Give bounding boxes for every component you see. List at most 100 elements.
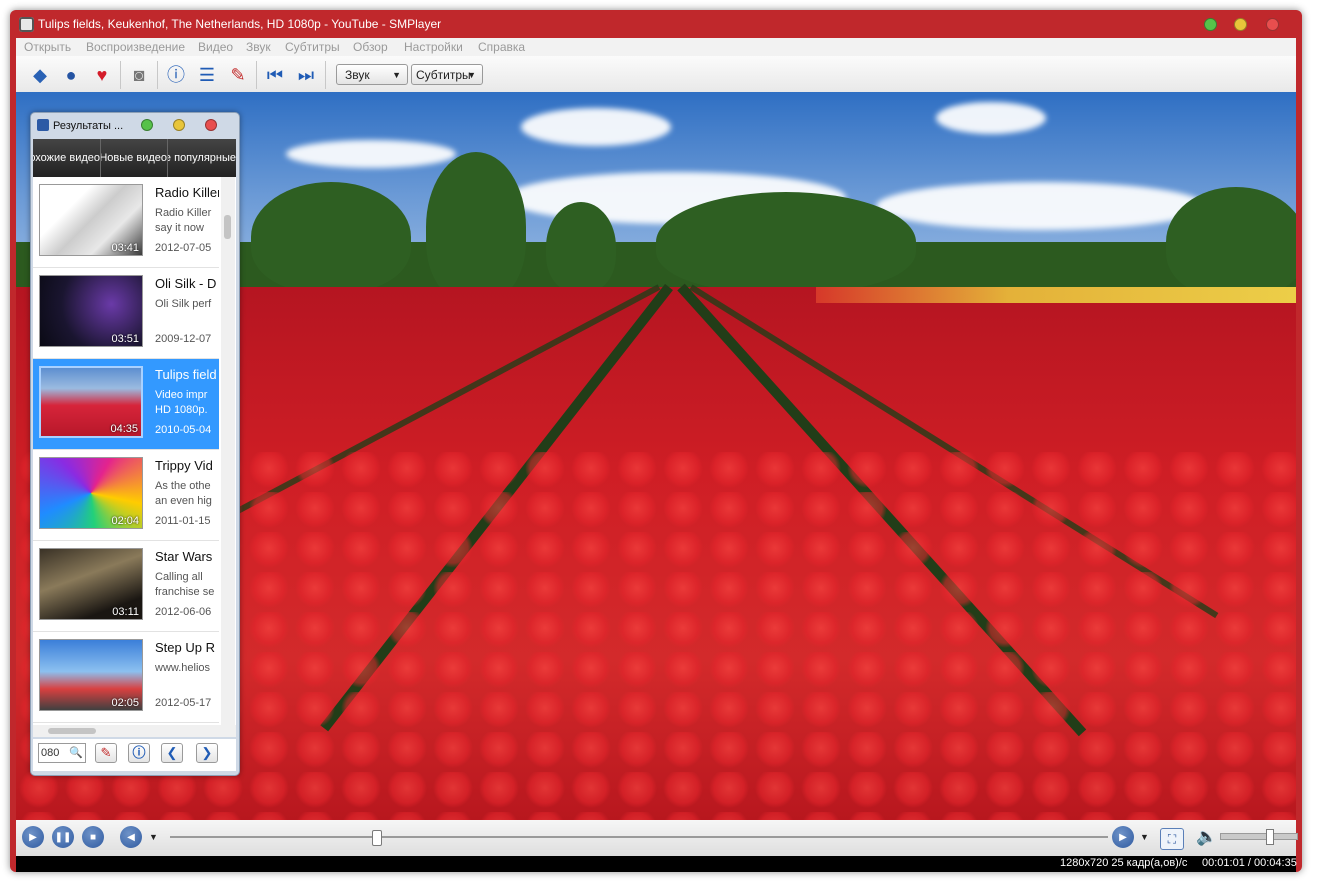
seek-bar[interactable] (170, 830, 1108, 846)
video-yellow-tulips (816, 287, 1296, 303)
pause-button[interactable]: ❚❚ (52, 826, 74, 848)
previous-icon[interactable]: ⏮ (263, 63, 287, 87)
panel-close-button[interactable] (205, 119, 217, 131)
menu-audio[interactable]: Звук (246, 40, 271, 54)
result-description: Radio Killer say it now (155, 207, 212, 234)
minimize-button[interactable] (1204, 18, 1217, 31)
result-item[interactable]: 03:51 Oli Silk - D Oli Silk perf 2009-12… (33, 268, 219, 359)
video-tree (656, 192, 916, 292)
next-page-button[interactable]: ❯ (196, 743, 218, 763)
video-info-label: 1280x720 25 кадр(а,ов)/с (1060, 857, 1188, 869)
status-bar: 1280x720 25 кадр(а,ов)/с 00:01:01 / 00:0… (16, 856, 1297, 872)
stop-button[interactable]: ■ (82, 826, 104, 848)
previous-page-button[interactable]: ❮ (161, 743, 183, 763)
open-file-icon[interactable]: ◆ (28, 63, 52, 87)
fullscreen-button[interactable]: ⛶ (1160, 828, 1184, 850)
result-title: Star Wars (155, 549, 213, 564)
tab-new-videos[interactable]: Новые видео (101, 139, 168, 177)
info-button[interactable]: ⓘ (128, 743, 150, 763)
chevron-down-icon: ▼ (467, 70, 476, 80)
menu-subtitles[interactable]: Субтитры (285, 40, 340, 54)
results-list: 03:41 Radio Killer Radio Killer say it no… (33, 177, 236, 725)
scrollbar-thumb[interactable] (224, 215, 231, 239)
playlist-icon[interactable]: ☰ (195, 63, 219, 87)
results-horizontal-scrollbar[interactable] (33, 725, 236, 737)
panel-maximize-button[interactable] (173, 119, 185, 131)
result-date: 2012-05-17 (155, 697, 212, 709)
result-thumbnail: 02:04 (39, 457, 143, 529)
video-tree (426, 152, 526, 302)
result-title: Tulips field (155, 367, 217, 382)
mute-speaker-icon[interactable]: 🔈 (1196, 827, 1217, 847)
result-thumbnail: 03:11 (39, 548, 143, 620)
result-thumbnail: 02:05 (39, 639, 143, 711)
youtube-results-panel: Результаты ... Похожие видео Новые видео… (30, 112, 240, 776)
rewind-button[interactable]: ◀ (120, 826, 142, 848)
result-thumbnail: 04:35 (39, 366, 143, 438)
menu-playback[interactable]: Воспроизведение (86, 40, 185, 54)
result-description: www.helios (155, 662, 211, 674)
menu-bar: Открыть Воспроизведение Видео Звук Субти… (16, 38, 1296, 56)
result-item[interactable]: 03:41 Radio Killer Radio Killer say it no… (33, 177, 219, 268)
menu-help[interactable]: Справка (478, 40, 525, 54)
play-button[interactable]: ▶ (22, 826, 44, 848)
result-item[interactable]: 02:04 Trippy Vid As the othe an even hig … (33, 450, 219, 541)
menu-video[interactable]: Видео (198, 40, 233, 54)
next-icon[interactable]: ⏭ (294, 63, 318, 87)
menu-options[interactable]: Настройки (404, 40, 463, 54)
result-date: 2010-05-04 (155, 424, 212, 436)
result-duration: 03:11 (112, 606, 139, 618)
result-duration: 02:05 (111, 697, 139, 709)
title-bar[interactable]: Tulips fields, Keukenhof, The Netherland… (10, 10, 1302, 38)
video-cloud (876, 182, 1206, 230)
forward-menu-chevron-icon[interactable]: ▼ (1140, 832, 1149, 842)
result-thumbnail: 03:41 (39, 184, 143, 256)
close-button[interactable] (1266, 18, 1279, 31)
result-description: Video impr HD 1080p. (155, 389, 208, 416)
rewind-menu-chevron-icon[interactable]: ▼ (149, 832, 158, 842)
audio-dropdown[interactable]: Звук ▼ (336, 64, 408, 85)
result-item[interactable]: 02:05 Step Up R www.helios 2012-05-17 (33, 632, 219, 723)
preferences-icon[interactable]: ✎ (226, 63, 250, 87)
time-display: 00:01:01 / 00:04:35 (1202, 857, 1297, 869)
panel-minimize-button[interactable] (141, 119, 153, 131)
menu-browse[interactable]: Обзор (353, 40, 388, 54)
volume-slider[interactable] (1220, 829, 1298, 845)
forward-button[interactable]: ▶ (1112, 826, 1134, 848)
scrollbar-thumb[interactable] (48, 728, 96, 734)
subtitles-dropdown[interactable]: Субтитры ▼ (411, 64, 483, 85)
result-duration: 03:41 (111, 242, 139, 254)
maximize-button[interactable] (1234, 18, 1247, 31)
panel-title: Результаты ... (53, 120, 124, 132)
web-icon[interactable]: ● (59, 63, 83, 87)
result-item[interactable]: 03:11 Star Wars Calling all franchise se … (33, 541, 219, 632)
tab-related-videos[interactable]: Похожие видео (33, 139, 101, 177)
settings-tool-button[interactable]: ✎ (95, 743, 117, 763)
video-tree (546, 202, 616, 292)
results-vertical-scrollbar[interactable] (221, 177, 235, 725)
result-title: Step Up R (155, 640, 215, 655)
toolbar-separator (325, 61, 326, 89)
search-input[interactable]: 080 🔍 (38, 743, 86, 763)
tab-most-popular[interactable]: Самые популярные (168, 139, 236, 177)
search-icon[interactable]: 🔍 (69, 744, 83, 762)
volume-handle[interactable] (1265, 829, 1274, 845)
result-title: Radio Killer (155, 185, 219, 200)
info-icon[interactable]: ⓘ (164, 63, 188, 87)
menu-open[interactable]: Открыть (24, 40, 71, 54)
result-item-selected[interactable]: 04:35 Tulips field Video impr HD 1080p. 2… (33, 359, 219, 450)
result-date: 2012-07-05 (155, 242, 212, 254)
result-description: Oli Silk perf (155, 298, 212, 310)
result-date: 2012-06-06 (155, 606, 212, 618)
result-thumbnail: 03:51 (39, 275, 143, 347)
result-date: 2009-12-07 (155, 333, 212, 345)
video-cloud (936, 102, 1046, 134)
smplayer-app-icon (19, 17, 34, 32)
window-title: Tulips fields, Keukenhof, The Netherland… (38, 17, 442, 31)
seek-handle[interactable] (372, 830, 383, 846)
screenshot-icon[interactable]: ◙ (127, 63, 151, 87)
favorites-icon[interactable]: ♥ (90, 63, 114, 87)
toolbar-separator (120, 61, 121, 89)
toolbar-separator (256, 61, 257, 89)
result-description: Calling all franchise se (155, 571, 215, 598)
